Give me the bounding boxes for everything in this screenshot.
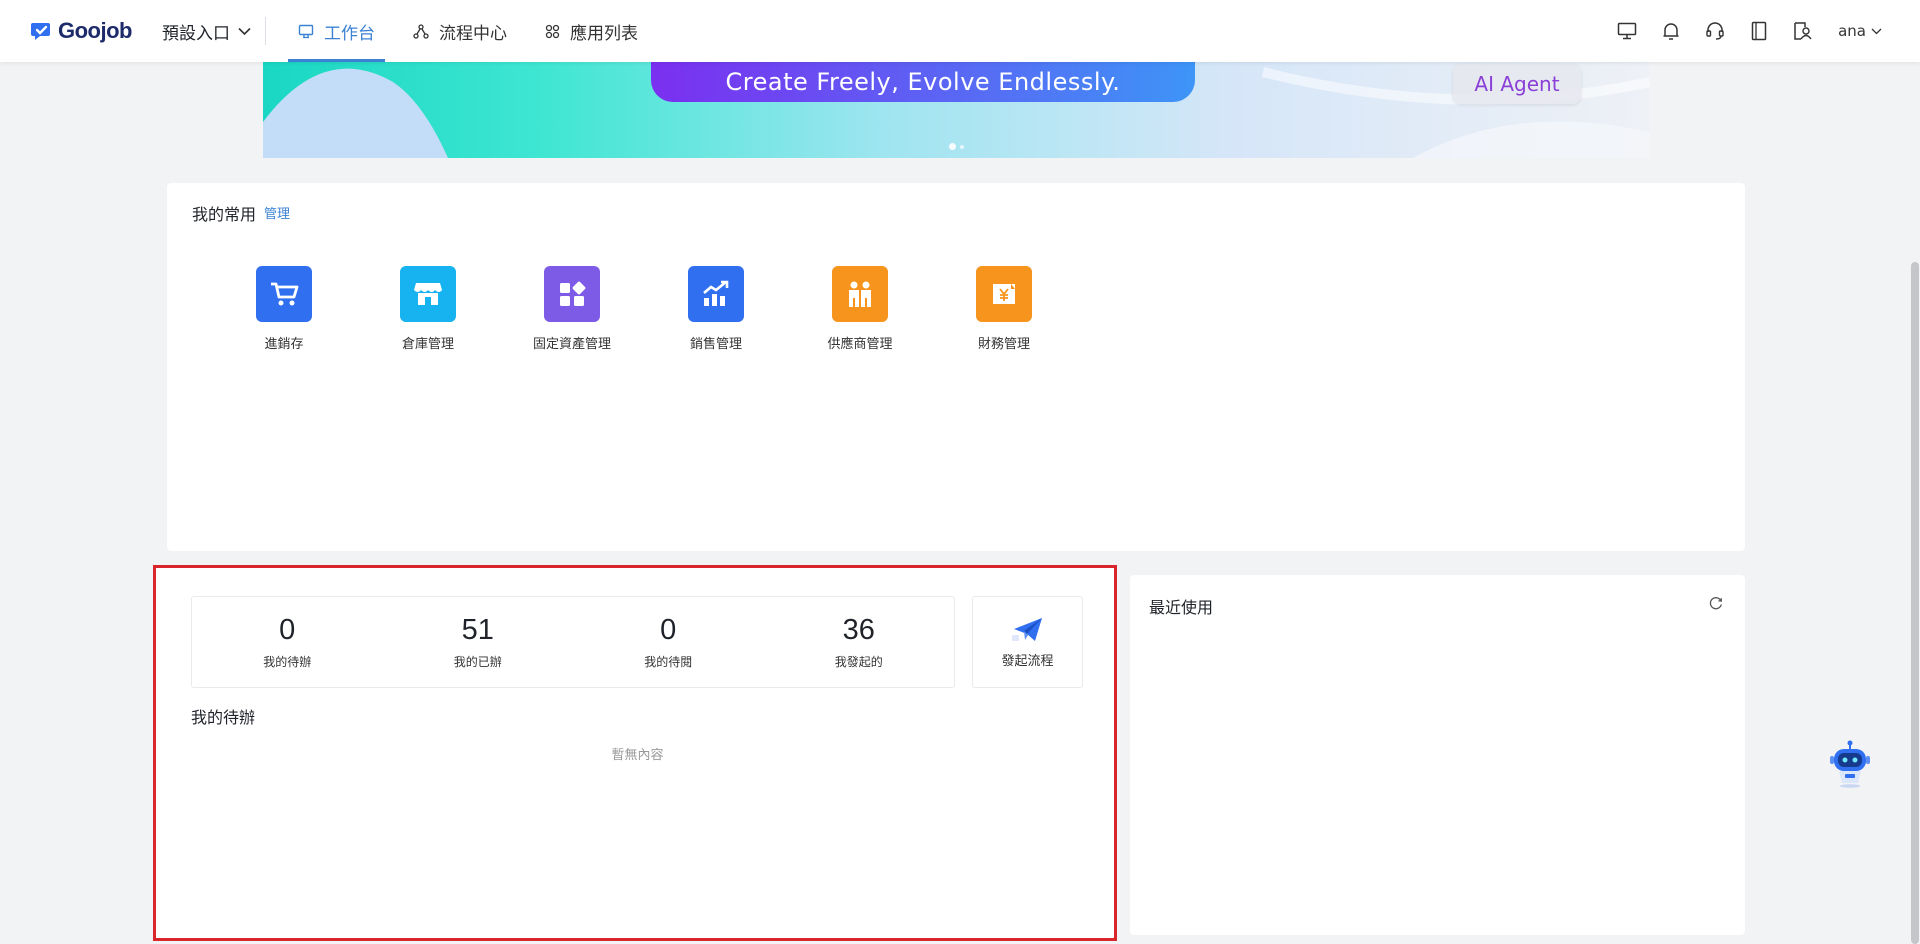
finance-icon [976, 266, 1032, 322]
stat-value: 0 [660, 614, 677, 646]
launch-process-label: 發起流程 [1001, 653, 1054, 669]
app-fixed-assets[interactable]: 固定資產管理 [500, 266, 644, 352]
todo-stats: 0 我的待辦 51 我的已辦 0 我的待閱 36 我發起的 [191, 596, 955, 688]
stat-my-to-read[interactable]: 0 我的待閱 [573, 597, 764, 687]
carousel-dots [949, 143, 968, 150]
supplier-icon [832, 266, 888, 322]
header-toolbar: ana [1594, 0, 1882, 62]
tab-process-center-label: 流程中心 [439, 23, 507, 44]
stat-value: 51 [461, 614, 494, 646]
entry-selector[interactable]: 預設入口 [162, 19, 251, 44]
empty-state-text: 暫無內容 [611, 748, 664, 763]
paper-plane-icon [1011, 617, 1042, 641]
desktop-icon [1617, 22, 1637, 40]
favorites-title: 我的常用 [192, 205, 257, 224]
carousel-dot[interactable] [960, 144, 964, 149]
refresh-icon [1709, 597, 1722, 610]
ai-assistant-button[interactable] [1826, 738, 1874, 788]
tab-workbench[interactable]: 工作台 [288, 0, 385, 62]
chevron-down-icon [238, 27, 251, 36]
stat-my-initiated[interactable]: 36 我發起的 [764, 597, 955, 687]
app-inventory[interactable]: 進銷存 [212, 266, 356, 352]
refresh-button[interactable] [1709, 595, 1723, 614]
docs-button[interactable] [1748, 20, 1770, 42]
asset-blocks-icon [544, 266, 600, 322]
headset-icon [1706, 22, 1724, 40]
stat-value: 0 [279, 614, 296, 646]
stat-label: 我發起的 [834, 655, 883, 669]
launch-process-button[interactable]: 發起流程 [972, 596, 1083, 688]
brand-name: Goojob [58, 18, 132, 43]
brand-logo[interactable]: Goojob [30, 17, 132, 45]
recent-title: 最近使用 [1149, 598, 1214, 617]
favorites-app-list: 進銷存 倉庫管理 固定資產管理 銷售管理 供應商管理 財務管理 [212, 266, 1076, 352]
stat-my-pending[interactable]: 0 我的待辦 [192, 597, 383, 687]
entry-label: 預設入口 [162, 24, 230, 44]
app-warehouse[interactable]: 倉庫管理 [356, 266, 500, 352]
support-button[interactable] [1704, 20, 1726, 42]
main-nav: 工作台 流程中心 應用列表 [288, 0, 666, 62]
carousel-dot-active[interactable] [949, 143, 956, 150]
banner-slogan: Create Freely, Evolve Endlessly. [651, 62, 1195, 102]
app-label: 財務管理 [977, 337, 1030, 352]
favorites-manage-link[interactable]: 管理 [264, 203, 290, 222]
app-label: 銷售管理 [689, 337, 742, 352]
promo-banner[interactable]: Create Freely, Evolve Endlessly. AI Agen… [263, 62, 1650, 158]
bell-icon [1663, 23, 1679, 40]
switch-user-button[interactable] [1792, 20, 1814, 42]
sales-chart-icon [688, 266, 744, 322]
stat-label: 我的待辦 [263, 655, 312, 669]
store-icon [400, 266, 456, 322]
top-bar: Goojob 預設入口 工作台 流程中心 應用列表 ana [0, 0, 1920, 62]
cart-icon [256, 266, 312, 322]
favorites-card: 我的常用 管理 進銷存 倉庫管理 固定資產管理 銷售管理 供應商管理 財務管理 [167, 183, 1745, 551]
tab-app-list[interactable]: 應用列表 [535, 0, 648, 62]
banner-ai-agent-tag: AI Agent [1453, 64, 1581, 104]
tab-workbench-label: 工作台 [324, 23, 375, 44]
app-sales[interactable]: 銷售管理 [644, 266, 788, 352]
apps-grid-icon [545, 24, 560, 38]
todo-card: 0 我的待辦 51 我的已辦 0 我的待閱 36 我發起的 發起流程 我的待辦 … [154, 566, 1115, 941]
pending-section-title: 我的待辦 [191, 708, 256, 727]
notifications-button[interactable] [1660, 20, 1682, 42]
tab-app-list-label: 應用列表 [570, 23, 638, 44]
book-icon [1751, 21, 1767, 41]
chevron-down-icon [1871, 28, 1882, 34]
user-menu[interactable]: ana [1838, 22, 1882, 40]
app-label: 進銷存 [264, 337, 304, 352]
robot-icon [1830, 740, 1870, 788]
flow-icon [413, 23, 429, 39]
user-name: ana [1838, 22, 1866, 40]
stat-my-done[interactable]: 51 我的已辦 [383, 597, 574, 687]
scrollbar-thumb[interactable] [1911, 262, 1919, 944]
stat-label: 我的已辦 [453, 655, 502, 669]
app-finance[interactable]: 財務管理 [932, 266, 1076, 352]
app-supplier[interactable]: 供應商管理 [788, 266, 932, 352]
logo-icon [31, 23, 50, 40]
app-label: 倉庫管理 [401, 337, 454, 352]
monitor-icon [298, 24, 314, 38]
stat-value: 36 [842, 614, 875, 646]
recent-card: 最近使用 [1130, 575, 1745, 935]
app-label: 固定資產管理 [532, 337, 611, 352]
user-switch-icon [1794, 22, 1812, 40]
app-label: 供應商管理 [827, 337, 893, 352]
desktop-button[interactable] [1616, 20, 1638, 42]
divider [265, 17, 266, 45]
stat-label: 我的待閱 [644, 655, 693, 669]
tab-process-center[interactable]: 流程中心 [403, 0, 517, 62]
